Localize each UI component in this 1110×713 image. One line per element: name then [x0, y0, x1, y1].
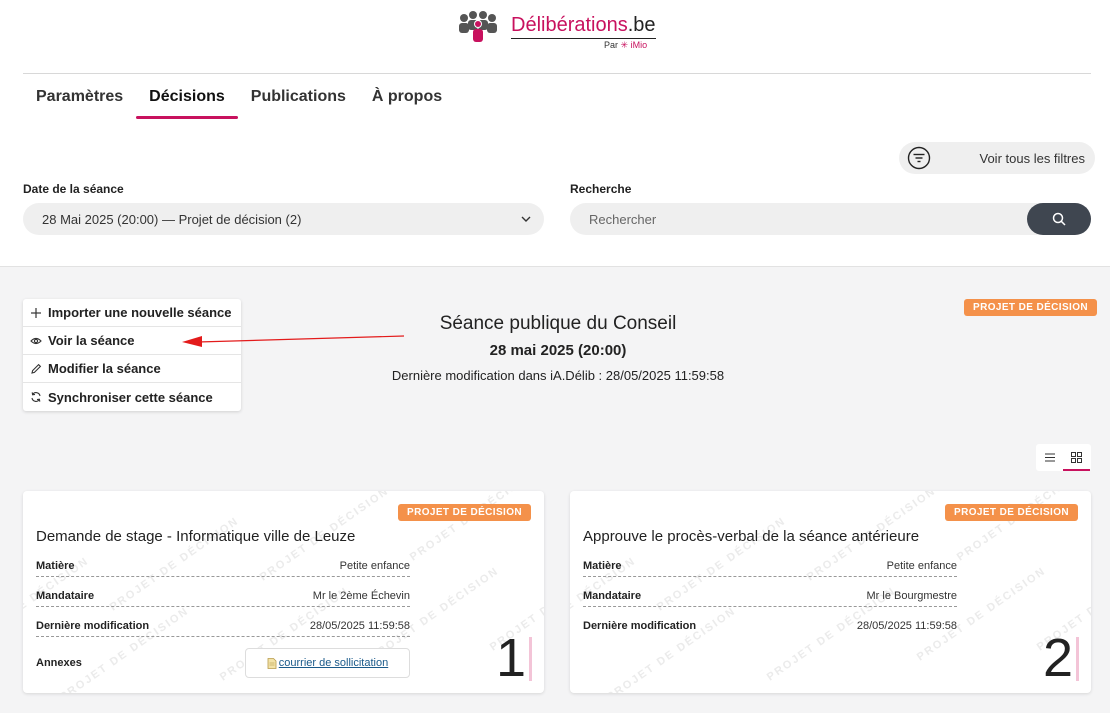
plus-icon — [31, 307, 41, 318]
date-label: Date de la séance — [23, 182, 124, 196]
card-title: Demande de stage - Informatique ville de… — [36, 528, 356, 545]
decision-card[interactable]: PROJET DE DÉCISION PROJET DE DÉCISION PR… — [570, 491, 1091, 693]
app-byline: Par ✳ iMio — [604, 40, 648, 50]
date-select-value: 28 Mai 2025 (20:00) — Projet de décision… — [42, 211, 302, 227]
list-icon — [1044, 453, 1055, 462]
card-row-modification: Dernière modification 28/05/2025 11:59:58 — [36, 615, 410, 637]
filter-icon — [907, 146, 931, 170]
list-view-button[interactable] — [1036, 444, 1063, 471]
grid-icon — [1071, 452, 1082, 463]
document-icon — [267, 657, 277, 669]
watermark-text: PROJET DE DÉCISION — [914, 564, 1048, 663]
search-label: Recherche — [570, 182, 632, 196]
annex-attachment: courrier de sollicitation — [245, 648, 410, 678]
tab-decisions[interactable]: Décisions — [136, 86, 238, 119]
search-field — [570, 203, 1091, 235]
decision-card[interactable]: PROJET DE DÉCISION PROJET DE DÉCISION PR… — [23, 491, 544, 693]
card-row-matiere: Matière Petite enfance — [583, 555, 957, 577]
card-row-modification: Dernière modification 28/05/2025 11:59:58 — [583, 620, 957, 632]
sync-icon — [31, 392, 41, 402]
tab-a-propos[interactable]: À propos — [359, 86, 455, 119]
all-filters-button[interactable]: Voir tous les filtres — [899, 142, 1095, 174]
edit-seance-button[interactable]: Modifier la séance — [23, 355, 241, 383]
import-seance-button[interactable]: Importer une nouvelle séance — [23, 299, 241, 327]
tab-parametres[interactable]: Paramètres — [23, 86, 136, 119]
card-title: Approuve le procès-verbal de la séance a… — [583, 528, 920, 545]
header-area: Délibérations.be Par ✳ iMio Paramètres D… — [0, 0, 1110, 267]
card-row-mandataire: Mandataire Mr le Bourgmestre — [583, 585, 957, 607]
search-icon — [1052, 212, 1066, 226]
edit-seance-label: Modifier la séance — [48, 361, 161, 376]
app-logo[interactable]: Délibérations.be Par ✳ iMio — [456, 10, 666, 54]
status-badge: PROJET DE DÉCISION — [964, 299, 1097, 316]
view-seance-label: Voir la séance — [48, 333, 135, 348]
app-title: Délibérations.be — [511, 14, 656, 39]
sync-seance-label: Synchroniser cette séance — [48, 389, 213, 405]
card-row-matiere: Matière Petite enfance — [36, 555, 410, 577]
search-button[interactable] — [1027, 203, 1091, 235]
all-filters-label: Voir tous les filtres — [979, 150, 1086, 166]
pencil-icon — [31, 363, 42, 374]
seance-title: Séance publique du Conseil — [439, 313, 677, 334]
watermark-text: PROJET DE DÉCISION — [954, 491, 1088, 563]
card-number-bar — [529, 637, 532, 681]
main-tabs: Paramètres Décisions Publications À prop… — [23, 86, 455, 119]
date-select[interactable]: 28 Mai 2025 (20:00) — Projet de décision… — [23, 203, 544, 235]
header-divider — [23, 73, 1091, 74]
card-number: 1 — [496, 631, 532, 685]
annex-link[interactable]: courrier de sollicitation — [279, 657, 388, 669]
card-number: 2 — [1043, 631, 1079, 685]
chevron-down-icon — [521, 216, 531, 222]
tab-publications[interactable]: Publications — [238, 86, 359, 119]
sync-seance-button[interactable]: Synchroniser cette séance — [23, 383, 241, 411]
search-input[interactable] — [570, 203, 1027, 235]
eye-icon — [30, 337, 42, 344]
status-badge: PROJET DE DÉCISION — [398, 504, 531, 521]
grid-view-button[interactable] — [1063, 444, 1090, 471]
seance-actions-menu: Importer une nouvelle séance Voir la séa… — [23, 299, 241, 411]
seance-date: 28 mai 2025 (20:00) — [489, 342, 627, 359]
seance-last-modified: Dernière modification dans iA.Délib : 28… — [391, 368, 725, 383]
watermark-text: PROJET DE DÉCISION — [407, 491, 541, 563]
import-seance-label: Importer une nouvelle séance — [48, 305, 232, 320]
people-logo-icon — [459, 11, 497, 42]
status-badge: PROJET DE DÉCISION — [945, 504, 1078, 521]
card-row-mandataire: Mandataire Mr le 2ème Échevin — [36, 585, 410, 607]
card-number-bar — [1076, 637, 1079, 681]
view-toggle — [1036, 444, 1091, 471]
